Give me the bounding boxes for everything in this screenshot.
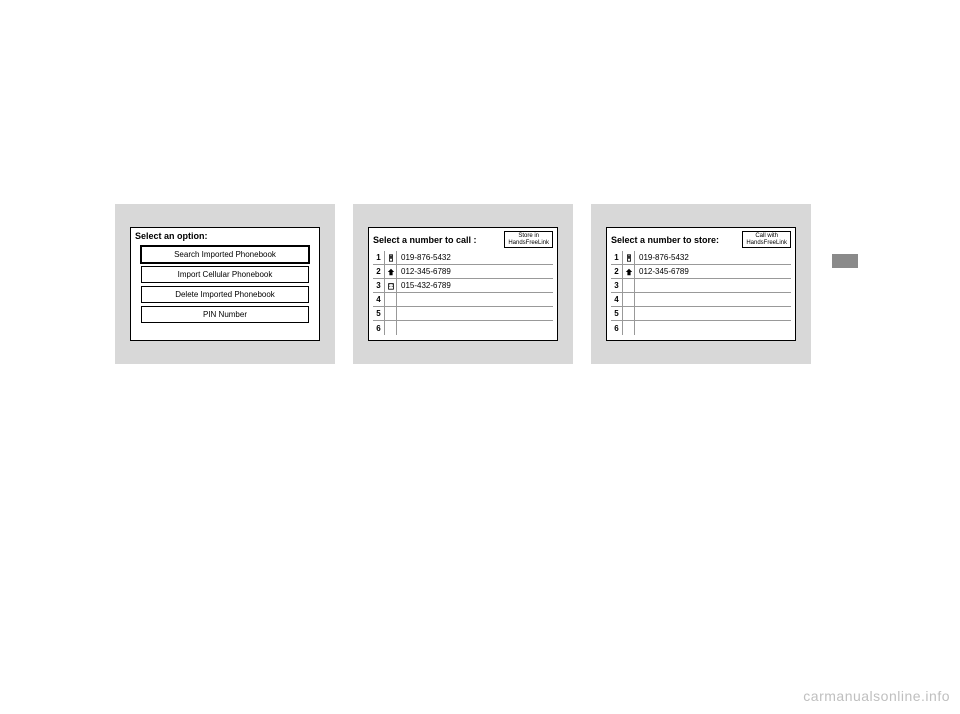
screen-store: Select a number to store: Call withHands…	[591, 204, 811, 364]
screen2-header: Select a number to call : Store inHandsF…	[373, 231, 553, 248]
option-search-phonebook[interactable]: Search Imported Phonebook	[141, 246, 309, 263]
row-index: 2	[373, 265, 385, 278]
call-with-hfl-button[interactable]: Call withHandsFreeLink	[742, 231, 791, 248]
row-index: 6	[611, 321, 623, 335]
store-number-list: 1 019-876-5432 2 012-345-6789 3 4	[611, 251, 791, 335]
home-icon	[623, 265, 635, 278]
screen2-title: Select a number to call :	[373, 235, 477, 245]
store-row-3[interactable]: 3	[611, 279, 791, 293]
row-number	[397, 307, 553, 320]
row-index: 4	[611, 293, 623, 306]
screen-options: Select an option: Search Imported Phoneb…	[115, 204, 335, 364]
screen-call: Select a number to call : Store inHandsF…	[353, 204, 573, 364]
screen3-title: Select a number to store:	[611, 235, 719, 245]
row-index: 5	[611, 307, 623, 320]
store-in-hfl-button[interactable]: Store inHandsFreeLink	[504, 231, 553, 248]
option-pin-number[interactable]: PIN Number	[141, 306, 309, 323]
row-index: 6	[373, 321, 385, 335]
call-row-6[interactable]: 6	[373, 321, 553, 335]
store-row-1[interactable]: 1 019-876-5432	[611, 251, 791, 265]
row-index: 3	[611, 279, 623, 292]
empty-icon	[385, 307, 397, 320]
row-number: 012-345-6789	[635, 265, 791, 278]
watermark-text: carmanualsonline.info	[803, 688, 950, 704]
mobile-icon	[385, 251, 397, 264]
row-number: 019-876-5432	[635, 251, 791, 264]
row-index: 2	[611, 265, 623, 278]
option-delete-phonebook[interactable]: Delete Imported Phonebook	[141, 286, 309, 303]
call-row-4[interactable]: 4	[373, 293, 553, 307]
row-number	[397, 293, 553, 306]
mobile-icon	[623, 251, 635, 264]
call-row-1[interactable]: 1 019-876-5432	[373, 251, 553, 265]
row-number: 012-345-6789	[397, 265, 553, 278]
option-import-phonebook[interactable]: Import Cellular Phonebook	[141, 266, 309, 283]
row-number: 019-876-5432	[397, 251, 553, 264]
home-icon	[385, 265, 397, 278]
work-icon	[385, 279, 397, 292]
row-index: 3	[373, 279, 385, 292]
empty-icon	[623, 307, 635, 320]
option-list: Search Imported Phonebook Import Cellula…	[135, 244, 315, 325]
empty-icon	[385, 293, 397, 306]
page-side-tab	[832, 254, 858, 268]
call-row-5[interactable]: 5	[373, 307, 553, 321]
row-number	[635, 307, 791, 320]
empty-icon	[623, 279, 635, 292]
store-row-2[interactable]: 2 012-345-6789	[611, 265, 791, 279]
store-row-5[interactable]: 5	[611, 307, 791, 321]
call-number-list: 1 019-876-5432 2 012-345-6789 3 015-432-…	[373, 251, 553, 335]
screen1-title: Select an option:	[135, 231, 315, 241]
row-number	[635, 321, 791, 335]
screen-call-inner: Select a number to call : Store inHandsF…	[368, 227, 558, 341]
empty-icon	[385, 321, 397, 335]
row-number	[635, 293, 791, 306]
row-index: 4	[373, 293, 385, 306]
row-index: 5	[373, 307, 385, 320]
row-index: 1	[373, 251, 385, 264]
store-row-4[interactable]: 4	[611, 293, 791, 307]
row-number	[397, 321, 553, 335]
empty-icon	[623, 321, 635, 335]
row-index: 1	[611, 251, 623, 264]
screen3-header: Select a number to store: Call withHands…	[611, 231, 791, 248]
store-row-6[interactable]: 6	[611, 321, 791, 335]
row-number	[635, 279, 791, 292]
screen-store-inner: Select a number to store: Call withHands…	[606, 227, 796, 341]
row-number: 015-432-6789	[397, 279, 553, 292]
call-row-2[interactable]: 2 012-345-6789	[373, 265, 553, 279]
empty-icon	[623, 293, 635, 306]
screen-options-inner: Select an option: Search Imported Phoneb…	[130, 227, 320, 341]
call-row-3[interactable]: 3 015-432-6789	[373, 279, 553, 293]
